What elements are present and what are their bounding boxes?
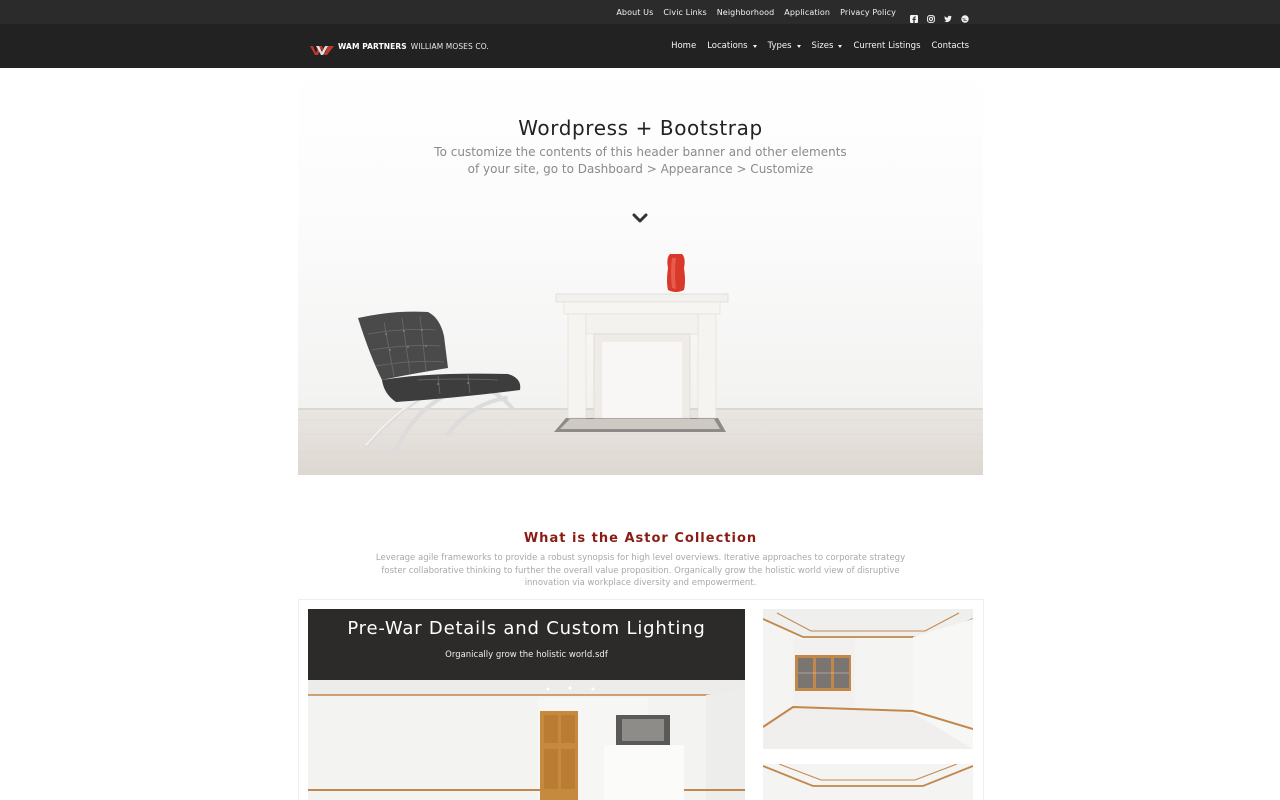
social-links [910,8,969,23]
utility-link-privacy-policy[interactable]: Privacy Policy [840,8,896,17]
hero-banner: Wordpress + Bootstrap To customize the c… [298,68,983,475]
section-title: What is the Astor Collection [523,531,758,546]
feature-subtitle: Organically grow the holistic world.sdf [445,650,608,660]
nav-item-locations[interactable]: Locations [707,41,757,51]
gallery-thumbnail[interactable] [763,764,973,800]
nav-item-types[interactable]: Types [768,41,801,51]
utility-links: About Us Civic Links Neighborhood Applic… [616,0,969,24]
utility-link-application[interactable]: Application [784,8,830,17]
chevron-down-icon [752,44,757,48]
nav-item-label: Sizes [811,41,834,51]
gallery-thumbnail[interactable] [763,609,973,749]
nav-item-label: Types [767,41,792,51]
hero-title: Wordpress + Bootstrap [518,116,763,140]
chevron-down-icon [838,44,843,48]
thumbnail-room-photo [763,764,973,800]
globe-icon[interactable] [961,8,969,23]
thumbnail-room-photo [763,609,973,749]
facebook-icon[interactable] [910,8,918,23]
brand-name: WAM PARTNERS [338,41,407,51]
nav-item-label: Locations [707,41,748,51]
nav-item-sizes[interactable]: Sizes [812,41,843,51]
utility-link-civic-links[interactable]: Civic Links [663,8,706,17]
main-navbar: WAM PARTNERS WILLIAM MOSES CO. Home Loca… [0,24,1280,68]
twitter-icon[interactable] [944,8,952,23]
top-utility-bar: About Us Civic Links Neighborhood Applic… [0,0,1280,24]
nav-item-contacts[interactable]: Contacts [932,41,970,51]
nav-item-current-listings[interactable]: Current Listings [853,41,920,51]
wam-logo-icon [310,41,334,55]
scroll-down-chevron-icon[interactable] [631,209,649,223]
brand-tagline: WILLIAM MOSES CO. [410,41,489,51]
chevron-down-icon [796,44,801,48]
feature-image-card[interactable]: Pre-War Details and Custom Lighting Orga… [308,609,745,800]
hero-subtitle: To customize the contents of this header… [434,145,847,176]
utility-link-neighborhood[interactable]: Neighborhood [717,8,775,17]
instagram-icon[interactable] [927,8,935,23]
utility-link-about-us[interactable]: About Us [616,8,653,17]
primary-nav: Home Locations Types Sizes Current Listi… [671,24,969,68]
section-description: Leverage agile frameworks to provide a r… [375,553,906,588]
nav-item-home[interactable]: Home [671,41,696,51]
feature-title: Pre-War Details and Custom Lighting [347,618,706,639]
nav-item-label: Contacts [931,41,970,51]
nav-item-label: Home [671,41,697,51]
brand-logo[interactable]: WAM PARTNERS WILLIAM MOSES CO. [310,40,489,55]
nav-item-label: Current Listings [853,41,921,51]
